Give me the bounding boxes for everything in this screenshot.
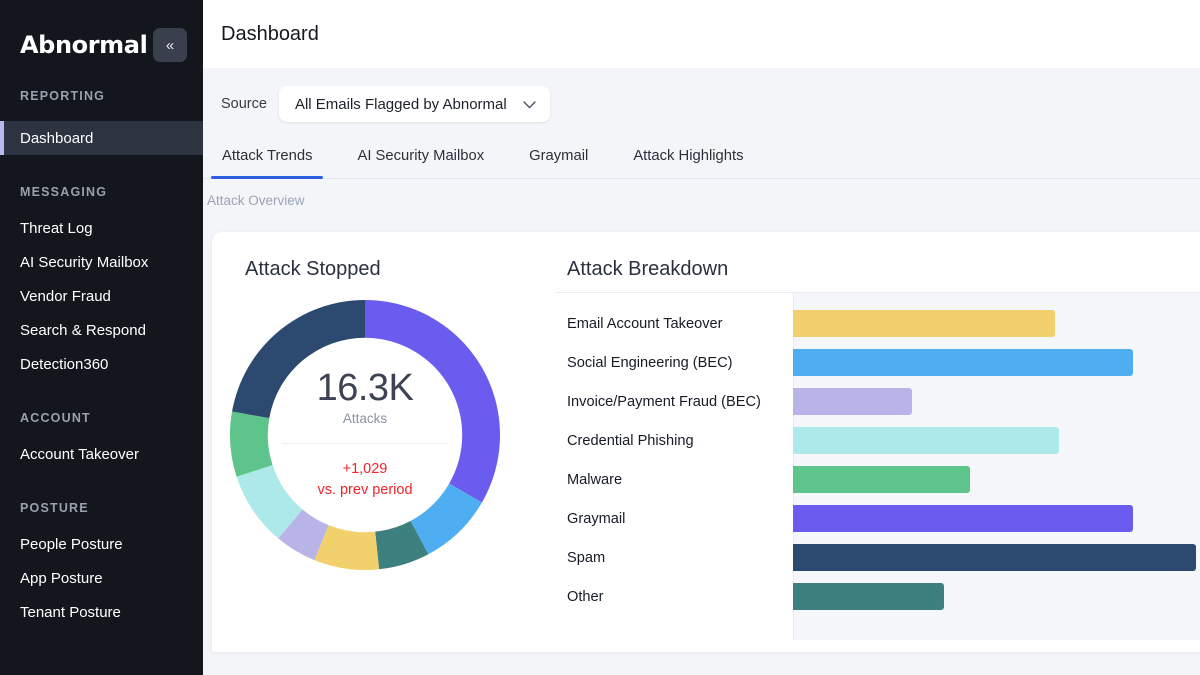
app-root: Abnormal « REPORTING Dashboard MESSAGING… bbox=[0, 0, 1200, 675]
attack-stopped-title: Attack Stopped bbox=[245, 258, 556, 281]
sidebar-section-posture: POSTURE bbox=[0, 501, 203, 515]
tab-label: Graymail bbox=[529, 148, 588, 164]
bar-category-label: Malware bbox=[556, 460, 793, 499]
donut-divider bbox=[282, 443, 448, 444]
donut-delta-caption: vs. prev period bbox=[317, 480, 412, 501]
sidebar-item-label: Detection360 bbox=[20, 356, 108, 373]
sidebar-section-reporting: REPORTING bbox=[0, 89, 203, 103]
bar-track bbox=[793, 382, 1200, 421]
attack-breakdown-title: Attack Breakdown bbox=[567, 258, 1200, 281]
sidebar-item-dashboard[interactable]: Dashboard bbox=[0, 121, 203, 155]
sidebar-item-account-takeover[interactable]: Account Takeover bbox=[0, 437, 203, 471]
sidebar-item-label: People Posture bbox=[20, 536, 123, 553]
sidebar-section-account: ACCOUNT bbox=[0, 411, 203, 425]
bar-category-label: Email Account Takeover bbox=[556, 304, 793, 343]
sidebar-item-label: AI Security Mailbox bbox=[20, 254, 148, 271]
tab-attack-highlights[interactable]: Attack Highlights bbox=[632, 138, 744, 178]
filter-bar: Source All Emails Flagged by Abnormal bbox=[203, 68, 1200, 122]
attack-stopped-panel: Attack Stopped 16.3K Attacks +1,029 vs. … bbox=[212, 232, 556, 652]
bar-fill[interactable] bbox=[793, 310, 1055, 337]
sidebar: Abnormal « REPORTING Dashboard MESSAGING… bbox=[0, 0, 203, 675]
donut-total-caption: Attacks bbox=[343, 411, 387, 426]
bar-chart-row: Credential Phishing bbox=[556, 421, 1200, 460]
sidebar-collapse-button[interactable]: « bbox=[153, 28, 187, 62]
sidebar-item-vendor-fraud[interactable]: Vendor Fraud bbox=[0, 279, 203, 313]
chevron-down-icon bbox=[523, 98, 536, 111]
sidebar-item-detection360[interactable]: Detection360 bbox=[0, 347, 203, 381]
tab-attack-trends[interactable]: Attack Trends bbox=[221, 138, 313, 178]
bar-fill[interactable] bbox=[793, 583, 944, 610]
tab-label: AI Security Mailbox bbox=[357, 148, 484, 164]
sidebar-item-threat-log[interactable]: Threat Log bbox=[0, 211, 203, 245]
chevron-double-left-icon: « bbox=[166, 38, 174, 53]
bar-fill[interactable] bbox=[793, 388, 912, 415]
source-label: Source bbox=[221, 96, 267, 112]
bar-fill[interactable] bbox=[793, 544, 1196, 571]
bar-category-label: Invoice/Payment Fraud (BEC) bbox=[556, 382, 793, 421]
sidebar-item-label: Dashboard bbox=[20, 130, 93, 147]
sidebar-section-messaging: MESSAGING bbox=[0, 185, 203, 199]
tab-bar: Attack Trends AI Security Mailbox Grayma… bbox=[203, 138, 1200, 179]
sidebar-item-app-posture[interactable]: App Posture bbox=[0, 561, 203, 595]
donut-total-value: 16.3K bbox=[317, 369, 414, 409]
bar-track bbox=[793, 538, 1200, 577]
donut-delta-value: +1,029 bbox=[317, 459, 412, 480]
sidebar-item-people-posture[interactable]: People Posture bbox=[0, 527, 203, 561]
bar-chart-row: Spam bbox=[556, 538, 1200, 577]
bar-chart-row: Other bbox=[556, 577, 1200, 616]
tab-label: Attack Trends bbox=[222, 148, 312, 164]
bar-track bbox=[793, 577, 1200, 616]
source-filter-row: Source All Emails Flagged by Abnormal bbox=[221, 86, 1200, 122]
bar-category-label: Social Engineering (BEC) bbox=[556, 343, 793, 382]
page-title: Dashboard bbox=[221, 23, 319, 46]
bar-track bbox=[793, 304, 1200, 343]
top-bar: Dashboard bbox=[203, 0, 1200, 68]
tab-graymail[interactable]: Graymail bbox=[528, 138, 589, 178]
bar-track bbox=[793, 343, 1200, 382]
sidebar-item-search-and-respond[interactable]: Search & Respond bbox=[0, 313, 203, 347]
bar-chart-row: Email Account Takeover bbox=[556, 304, 1200, 343]
attack-breakdown-bar-chart: Email Account TakeoverSocial Engineering… bbox=[556, 292, 1200, 640]
bar-chart-row: Graymail bbox=[556, 499, 1200, 538]
bar-chart-row: Invoice/Payment Fraud (BEC) bbox=[556, 382, 1200, 421]
bar-chart-row: Social Engineering (BEC) bbox=[556, 343, 1200, 382]
attack-stopped-donut-chart: 16.3K Attacks +1,029 vs. prev period bbox=[220, 290, 510, 580]
bar-category-label: Spam bbox=[556, 538, 793, 577]
bar-track bbox=[793, 460, 1200, 499]
bar-fill[interactable] bbox=[793, 349, 1133, 376]
tab-ai-security-mailbox[interactable]: AI Security Mailbox bbox=[356, 138, 485, 178]
donut-center-content: 16.3K Attacks +1,029 vs. prev period bbox=[220, 290, 510, 580]
source-selected-value: All Emails Flagged by Abnormal bbox=[295, 96, 507, 113]
bar-chart-row: Malware bbox=[556, 460, 1200, 499]
bar-category-label: Other bbox=[556, 577, 793, 616]
bar-category-label: Graymail bbox=[556, 499, 793, 538]
attack-overview-card: Attack Stopped 16.3K Attacks +1,029 vs. … bbox=[212, 232, 1200, 652]
sidebar-item-ai-security-mailbox[interactable]: AI Security Mailbox bbox=[0, 245, 203, 279]
source-dropdown[interactable]: All Emails Flagged by Abnormal bbox=[279, 86, 550, 122]
sidebar-item-label: Threat Log bbox=[20, 220, 93, 237]
sidebar-item-label: Vendor Fraud bbox=[20, 288, 111, 305]
sidebar-item-label: App Posture bbox=[20, 570, 103, 587]
tab-label: Attack Highlights bbox=[633, 148, 743, 164]
attack-breakdown-panel: Attack Breakdown Email Account TakeoverS… bbox=[556, 232, 1200, 652]
sidebar-item-tenant-posture[interactable]: Tenant Posture bbox=[0, 595, 203, 629]
sidebar-item-label: Tenant Posture bbox=[20, 604, 121, 621]
sidebar-brand-row: Abnormal « bbox=[0, 0, 203, 68]
bar-chart-axis-line bbox=[556, 292, 793, 293]
bar-fill[interactable] bbox=[793, 427, 1059, 454]
brand-logo: Abnormal bbox=[20, 33, 147, 57]
section-heading-attack-overview: Attack Overview bbox=[203, 179, 1200, 208]
bar-track bbox=[793, 421, 1200, 460]
sidebar-item-label: Search & Respond bbox=[20, 322, 146, 339]
sidebar-item-label: Account Takeover bbox=[20, 446, 139, 463]
bar-fill[interactable] bbox=[793, 466, 970, 493]
bar-track bbox=[793, 499, 1200, 538]
bar-category-label: Credential Phishing bbox=[556, 421, 793, 460]
bar-fill[interactable] bbox=[793, 505, 1133, 532]
